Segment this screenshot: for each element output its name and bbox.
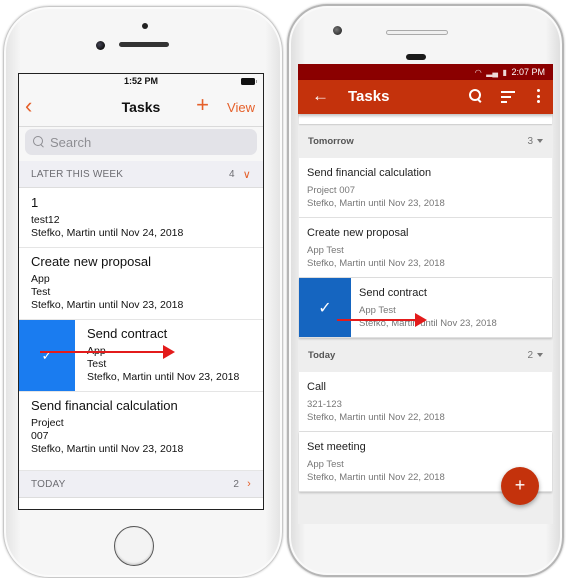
task-title: Create new proposal: [31, 254, 151, 269]
android-toolbar: ← Tasks: [298, 80, 553, 114]
task-card-swiped[interactable]: ✓ Send contract App Test Stefko, Martin …: [299, 278, 552, 338]
wifi-icon: ◠: [474, 68, 482, 77]
task-title: 1: [31, 195, 39, 210]
dropdown-arrow-icon: [537, 353, 543, 357]
page-title: Tasks: [348, 88, 390, 105]
section-header-later-this-week[interactable]: LATER THIS WEEK 4 ∨: [19, 161, 263, 188]
earpiece-speaker: [119, 42, 169, 47]
previous-card-edge: [299, 114, 552, 124]
search-placeholder: Search: [50, 134, 92, 150]
task-title: Send financial calculation: [31, 398, 178, 413]
task-subtitle: 321-123: [307, 399, 342, 410]
task-subtitle: Project 007: [307, 185, 356, 196]
task-subtitle: App Test: [359, 305, 396, 316]
chevron-right-icon: ›: [247, 478, 251, 490]
task-title: Set meeting: [307, 441, 366, 453]
task-meta: Stefko, Martin until Nov 22, 2018: [307, 412, 445, 423]
front-camera-icon: [96, 41, 105, 50]
home-button[interactable]: [114, 526, 154, 566]
task-item[interactable]: Create new proposal App Test Stefko, Mar…: [19, 248, 263, 320]
section-header-today[interactable]: TODAY 2 ›: [19, 471, 263, 498]
task-line: Test: [31, 286, 51, 298]
task-item-swiped[interactable]: ✓ Send contract App Test Stefko, Martin …: [19, 320, 263, 392]
status-time: 2:07 PM: [511, 67, 545, 77]
status-time: 1:52 PM: [123, 76, 158, 86]
android-status-bar: ◠ ▂▄ ▮ 2:07 PM: [298, 64, 553, 80]
sensor: [406, 54, 426, 60]
android-frame: ◠ ▂▄ ▮ 2:07 PM ← Tasks Tomorrow 3 Send f…: [287, 4, 564, 577]
proximity-sensor: [142, 23, 148, 29]
section-count: 3: [527, 135, 533, 147]
task-line: 007: [31, 430, 49, 442]
search-icon[interactable]: [469, 89, 483, 103]
section-label: LATER THIS WEEK: [31, 168, 124, 180]
android-screen: ◠ ▂▄ ▮ 2:07 PM ← Tasks Tomorrow 3 Send f…: [298, 64, 553, 524]
add-task-fab[interactable]: +: [501, 467, 539, 505]
search-input[interactable]: Search: [25, 129, 257, 155]
task-item[interactable]: 1 test12 Stefko, Martin until Nov 24, 20…: [19, 188, 263, 248]
complete-swipe-action[interactable]: ✓: [299, 278, 351, 337]
dropdown-arrow-icon: [537, 139, 543, 143]
task-line: Stefko, Martin until Nov 23, 2018: [31, 299, 184, 311]
task-line: Stefko, Martin until Nov 23, 2018: [31, 443, 184, 455]
battery-icon: ▮: [502, 68, 507, 77]
task-subtitle: App Test: [307, 245, 344, 256]
task-meta: Stefko, Martin until Nov 23, 2018: [307, 258, 445, 269]
section-label: Today: [308, 349, 336, 361]
checkmark-icon: ✓: [318, 299, 332, 317]
section-header-today[interactable]: Today 2: [298, 338, 553, 372]
task-card[interactable]: Create new proposal App Test Stefko, Mar…: [299, 218, 552, 278]
task-title: Send contract: [359, 287, 427, 299]
ios-status-bar: 1:52 PM: [19, 74, 263, 89]
search-icon: [33, 136, 45, 148]
swipe-annotation-arrow-android: [337, 313, 427, 327]
task-line: Stefko, Martin until Nov 23, 2018: [87, 371, 240, 383]
task-line: test12: [31, 214, 60, 226]
section-label: TODAY: [31, 478, 66, 490]
section-count: 2: [233, 478, 240, 490]
task-meta: Stefko, Martin until Nov 23, 2018: [307, 198, 445, 209]
front-camera-icon: [333, 26, 342, 35]
task-card[interactable]: Send financial calculation Project 007 S…: [299, 158, 552, 218]
section-count: 2: [527, 349, 533, 361]
arrow-left-icon[interactable]: ←: [312, 86, 329, 106]
section-count: 4: [228, 168, 235, 180]
task-title: Create new proposal: [307, 227, 409, 239]
section-header-tomorrow[interactable]: Tomorrow 3: [298, 124, 553, 158]
plus-icon[interactable]: +: [196, 94, 209, 116]
earpiece-speaker: [386, 30, 448, 35]
ios-screen: 1:52 PM ‹ Tasks + View Search LATER THIS…: [18, 73, 264, 510]
task-title: Send financial calculation: [307, 167, 432, 179]
more-vert-icon[interactable]: [537, 89, 541, 106]
checkmark-icon: ✓: [41, 347, 53, 363]
task-line: Stefko, Martin until Nov 24, 2018: [31, 227, 184, 239]
task-line: Test: [87, 358, 107, 370]
task-subtitle: App Test: [307, 459, 344, 470]
task-line: App: [31, 273, 50, 285]
task-card[interactable]: Call 321-123 Stefko, Martin until Nov 22…: [299, 372, 552, 432]
complete-swipe-action[interactable]: ✓: [19, 320, 75, 391]
chevron-down-icon: ∨: [242, 168, 251, 181]
battery-icon: [241, 78, 257, 85]
task-title: Send contract: [87, 326, 168, 341]
swipe-annotation-arrow-ios: [40, 345, 175, 359]
search-container: Search: [19, 127, 263, 161]
task-line: Project: [31, 417, 64, 429]
task-item[interactable]: Send financial calculation Project 007 S…: [19, 392, 263, 471]
ios-nav-bar: ‹ Tasks + View: [19, 89, 263, 127]
sort-icon[interactable]: [501, 91, 515, 103]
signal-icon: ▂▄: [486, 68, 499, 77]
task-title: Call: [307, 381, 326, 393]
view-button[interactable]: View: [227, 100, 255, 115]
section-label: Tomorrow: [308, 135, 354, 147]
